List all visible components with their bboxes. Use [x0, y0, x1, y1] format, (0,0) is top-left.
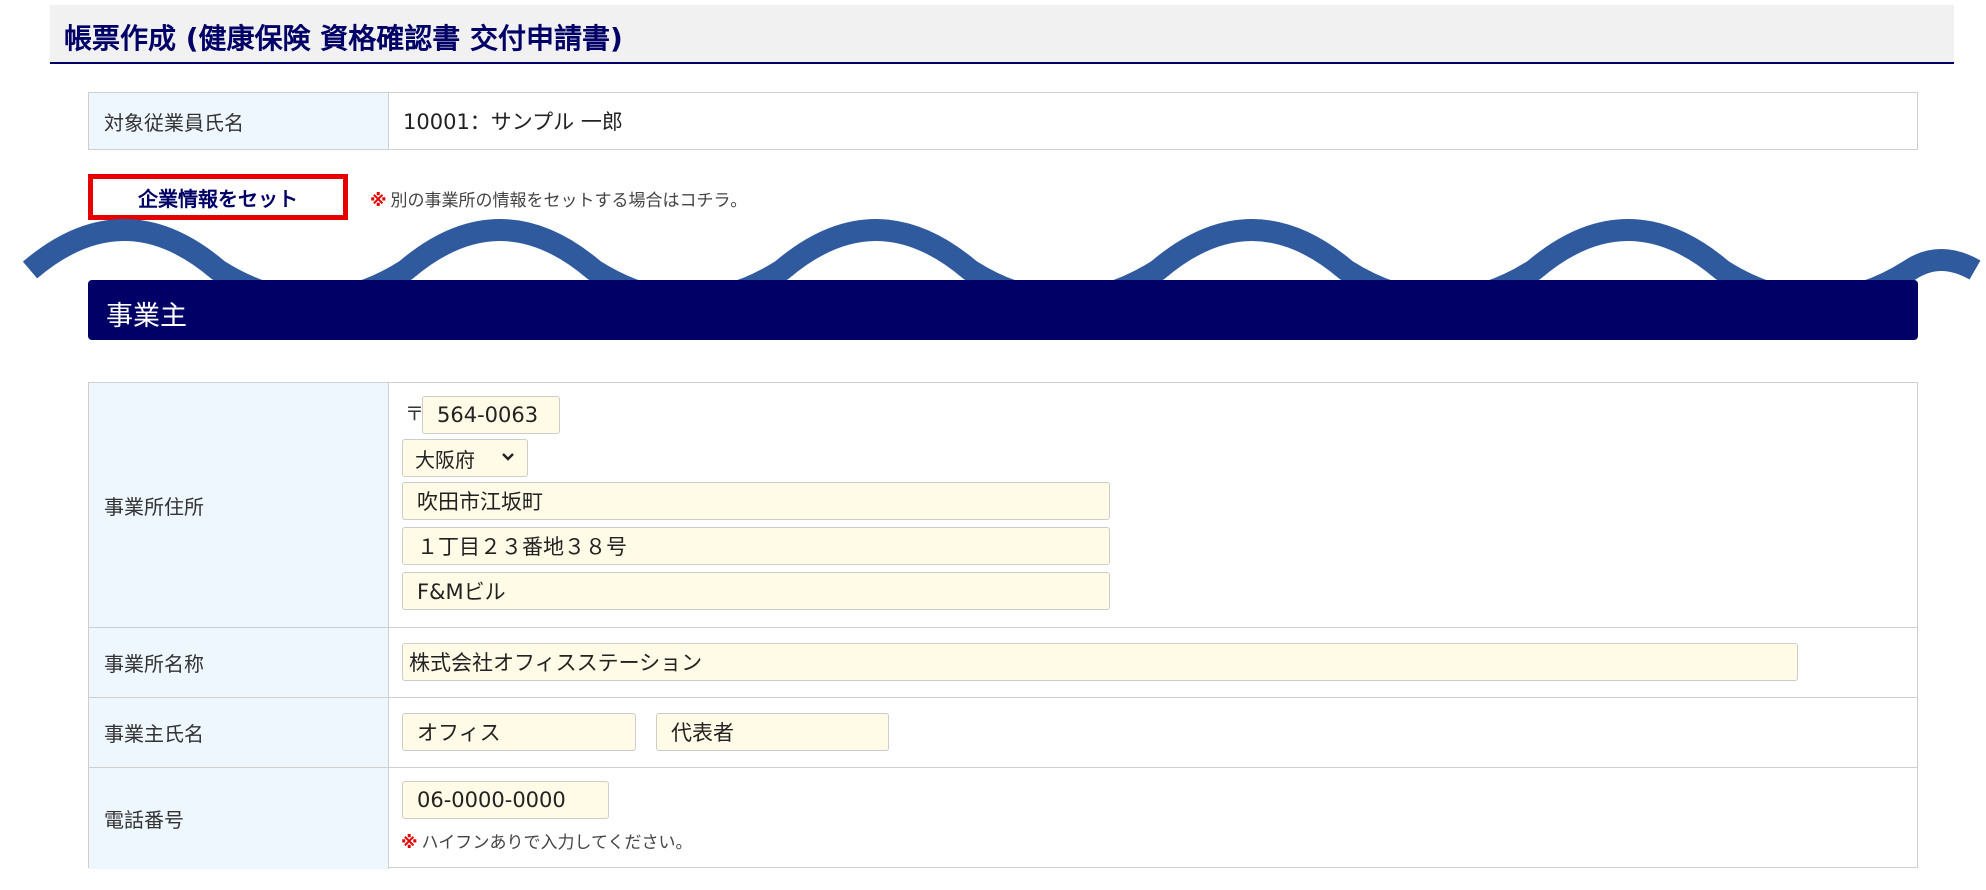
chevron-down-icon — [501, 450, 515, 466]
note-mark: ※ — [401, 833, 418, 853]
address-label: 事業所住所 — [89, 383, 389, 627]
employee-info-table: 対象従業員氏名 10001：サンプル 一郎 — [88, 92, 1918, 150]
office-name-row: 事業所名称 — [89, 628, 1917, 698]
address-row: 事業所住所 〒 大阪府 — [89, 383, 1917, 628]
prefecture-select[interactable]: 大阪府 — [402, 439, 528, 477]
phone-input[interactable] — [402, 781, 609, 819]
employer-form-table: 事業所住所 〒 大阪府 事業所名称 事業主氏名 電話番号 — [88, 382, 1918, 869]
owner-last-name-input[interactable] — [402, 713, 636, 751]
owner-first-name-input[interactable] — [656, 713, 889, 751]
address-line1-input[interactable] — [402, 482, 1110, 520]
page-header: 帳票作成 (健康保険 資格確認書 交付申請書) — [50, 5, 1954, 64]
owner-name-label: 事業主氏名 — [89, 698, 389, 767]
zip-input[interactable] — [422, 396, 560, 434]
office-name-label: 事業所名称 — [89, 628, 389, 697]
address-value-cell: 〒 大阪府 — [389, 383, 1917, 627]
section-title: 事業主 — [106, 301, 187, 332]
phone-note-text: ハイフンありで入力してください。 — [421, 833, 693, 853]
phone-label: 電話番号 — [89, 768, 389, 869]
address-line2-input[interactable] — [402, 527, 1110, 565]
phone-row: 電話番号 ※ハイフンありで入力してください。 — [89, 768, 1917, 869]
owner-name-value-cell — [389, 698, 1917, 767]
prefecture-selected: 大阪府 — [415, 447, 475, 472]
page-title: 帳票作成 (健康保険 資格確認書 交付申請書) — [64, 22, 623, 55]
office-name-value-cell — [389, 628, 1917, 697]
employee-label: 対象従業員氏名 — [89, 93, 389, 149]
office-name-input[interactable] — [402, 643, 1798, 681]
phone-value-cell: ※ハイフンありで入力してください。 — [389, 768, 1917, 869]
section-header-employer: 事業主 — [88, 280, 1918, 340]
employee-value: 10001：サンプル 一郎 — [403, 110, 623, 134]
owner-name-row: 事業主氏名 — [89, 698, 1917, 768]
address-line3-input[interactable] — [402, 572, 1110, 610]
phone-note: ※ ハイフンありで入力してください。 — [401, 828, 693, 853]
